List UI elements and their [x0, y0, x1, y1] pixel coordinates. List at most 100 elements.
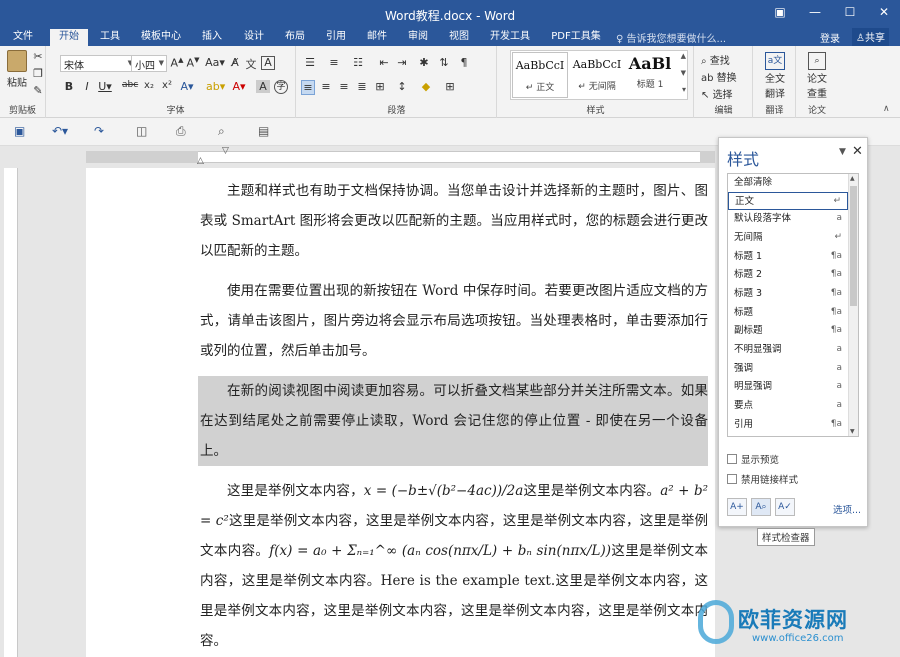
tab-template-center[interactable]: 模板中心	[134, 29, 188, 46]
zoom-page-icon[interactable]: ⌕	[218, 124, 225, 139]
justify-icon[interactable]: ≣	[355, 80, 369, 93]
style-item-heading-1[interactable]: 标题 1 ¶a	[728, 248, 848, 266]
close-pane-icon[interactable]: ✕	[852, 144, 863, 159]
shrink-font-icon[interactable]: A▼	[186, 56, 200, 70]
paste-button[interactable]: 粘贴	[4, 50, 30, 89]
superscript-icon[interactable]: x²	[160, 80, 174, 91]
style-item-title[interactable]: 标题 ¶a	[728, 304, 848, 322]
gallery-scroll-down-icon[interactable]: ▼	[681, 69, 686, 77]
new-style-button[interactable]: A+	[727, 498, 747, 516]
tab-mailings[interactable]: 邮件	[359, 29, 395, 46]
style-item-default-paragraph-font[interactable]: 默认段落字体 a	[728, 210, 848, 228]
style-inspector-button[interactable]: A⌕	[751, 498, 771, 516]
cut-icon[interactable]: ✂	[31, 50, 45, 63]
show-marks-icon[interactable]: ¶	[457, 56, 471, 69]
collapse-ribbon-icon[interactable]: ∧	[883, 104, 890, 114]
grow-font-icon[interactable]: A▲	[170, 56, 184, 70]
read-mode-icon[interactable]: ◫	[136, 124, 147, 138]
login-link[interactable]: 登录	[820, 30, 840, 45]
style-item-quote[interactable]: 引用 ¶a	[728, 416, 848, 434]
change-case-icon[interactable]: Aa▾	[205, 56, 225, 69]
borders-icon[interactable]: ⊞	[443, 80, 457, 93]
close-button[interactable]: ✕	[874, 5, 894, 19]
ribbon-display-options-button[interactable]: ▣	[770, 5, 790, 19]
style-item-clear-all[interactable]: 全部清除	[728, 174, 848, 192]
strikethrough-icon[interactable]: abc	[122, 80, 138, 90]
format-painter-icon[interactable]: ✎	[31, 84, 45, 97]
vertical-ruler[interactable]	[4, 168, 18, 657]
share-button[interactable]: ♙共享	[852, 28, 889, 46]
style-options-link[interactable]: 选项...	[833, 502, 861, 516]
select-button[interactable]: ↖ 选择	[701, 86, 733, 101]
increase-indent-icon[interactable]: ⇥	[395, 56, 409, 69]
tab-file[interactable]: 文件	[4, 29, 42, 46]
font-name-select[interactable]: 宋体▼	[60, 55, 136, 72]
paragraph-2[interactable]: 使用在需要位置出现的新按钮在 Word 中保存时间。若要更改图片适应文档的方式，…	[200, 276, 708, 366]
style-item-strong[interactable]: 要点 a	[728, 397, 848, 415]
style-gallery-item-heading-1[interactable]: AaBl 标题 1	[625, 52, 675, 98]
tab-pdf-tools[interactable]: PDF工具集	[543, 29, 609, 46]
scroll-up-icon[interactable]: ▲	[850, 175, 855, 182]
replace-button[interactable]: ab 替换	[701, 69, 737, 84]
style-gallery-item-normal[interactable]: AaBbCcI ↵ 正文	[512, 52, 568, 98]
pane-options-icon[interactable]: ▼	[839, 147, 846, 157]
find-button[interactable]: ⌕ 查找	[701, 52, 730, 67]
tab-insert[interactable]: 插入	[194, 29, 230, 46]
bullets-icon[interactable]: ☰	[303, 56, 317, 69]
chinese-layout-icon[interactable]: ✱	[417, 56, 431, 69]
style-item-subtitle[interactable]: 副标题 ¶a	[728, 322, 848, 340]
pinyin-guide-icon[interactable]: 文	[244, 56, 258, 72]
align-left-icon[interactable]: ≡	[301, 80, 315, 95]
style-item-no-spacing[interactable]: 无间隔 ↵	[728, 229, 848, 247]
redo-icon[interactable]: ↷	[94, 124, 104, 138]
highlight-color-icon[interactable]: ab▾	[206, 80, 225, 93]
decrease-indent-icon[interactable]: ⇤	[377, 56, 391, 69]
maximize-button[interactable]: ☐	[840, 5, 860, 19]
align-center-icon[interactable]: ≡	[319, 80, 333, 93]
undo-icon[interactable]: ↶▾	[52, 124, 68, 138]
style-item-normal[interactable]: 正文 ↵	[728, 192, 848, 210]
tab-tools[interactable]: 工具	[92, 29, 128, 46]
tab-design[interactable]: 设计	[236, 29, 272, 46]
scroll-thumb[interactable]	[850, 186, 857, 306]
tab-home[interactable]: 开始	[50, 29, 88, 46]
style-item-heading-3[interactable]: 标题 3 ¶a	[728, 285, 848, 303]
tab-layout[interactable]: 布局	[277, 29, 313, 46]
show-preview-checkbox[interactable]: 显示预览	[727, 452, 779, 466]
copy-icon[interactable]: ❐	[31, 67, 45, 80]
font-color-icon[interactable]: A▾	[232, 80, 246, 93]
bold-icon[interactable]: B	[62, 80, 76, 93]
character-shading-icon[interactable]: A	[256, 80, 270, 93]
manage-styles-button[interactable]: A✓	[775, 498, 795, 516]
paragraph-3-selected[interactable]: 在新的阅读视图中阅读更加容易。可以折叠文档某些部分并关注所需文本。如果在达到结尾…	[198, 376, 708, 466]
sort-icon[interactable]: ⇅	[437, 56, 451, 69]
enclose-characters-icon[interactable]: 字	[274, 80, 288, 94]
scroll-down-icon[interactable]: ▼	[850, 428, 855, 435]
style-item-heading-2[interactable]: 标题 2 ¶a	[728, 266, 848, 284]
clear-formatting-icon[interactable]: A̸	[228, 56, 242, 69]
shading-icon[interactable]: ◆	[419, 80, 433, 93]
distributed-icon[interactable]: ⊞	[373, 80, 387, 93]
screenshot-icon[interactable]: ▤	[258, 124, 269, 138]
tab-review[interactable]: 审阅	[400, 29, 436, 46]
paragraph-1[interactable]: 主题和样式也有助于文档保持协调。当您单击设计并选择新的主题时，图片、图表或 Sm…	[200, 176, 708, 266]
font-size-select[interactable]: 小四 ▼	[131, 55, 167, 72]
paragraph-4-formulas[interactable]: 这里是举例文本内容，x = (−b±√(b²−4ac))/2a这里是举例文本内容…	[200, 476, 708, 656]
line-spacing-icon[interactable]: ↕	[395, 80, 409, 93]
gallery-more-icon[interactable]: ▾	[682, 85, 686, 94]
left-indent-marker-icon[interactable]: △	[197, 156, 204, 166]
print-preview-icon[interactable]: ⎙	[176, 124, 186, 139]
styles-list-scrollbar[interactable]: ▲ ▼	[848, 174, 858, 436]
first-line-indent-marker-icon[interactable]: ▽	[222, 146, 229, 156]
style-gallery-item-no-spacing[interactable]: AaBbCcI ↵ 无间隔	[569, 52, 625, 98]
horizontal-ruler[interactable]: ▽ △	[0, 146, 715, 166]
document-body[interactable]: 主题和样式也有助于文档保持协调。当您单击设计并选择新的主题时，图片、图表或 Sm…	[198, 176, 708, 657]
paper-check-button[interactable]: ⌕ 论文 查重	[802, 52, 832, 100]
style-item-emphasis[interactable]: 强调 a	[728, 360, 848, 378]
tab-view[interactable]: 视图	[441, 29, 477, 46]
align-right-icon[interactable]: ≡	[337, 80, 351, 93]
tab-references[interactable]: 引用	[318, 29, 354, 46]
save-icon[interactable]: ▣	[14, 124, 25, 138]
full-text-translate-button[interactable]: a文 全文 翻译	[760, 52, 790, 100]
underline-icon[interactable]: U▾	[98, 80, 112, 93]
